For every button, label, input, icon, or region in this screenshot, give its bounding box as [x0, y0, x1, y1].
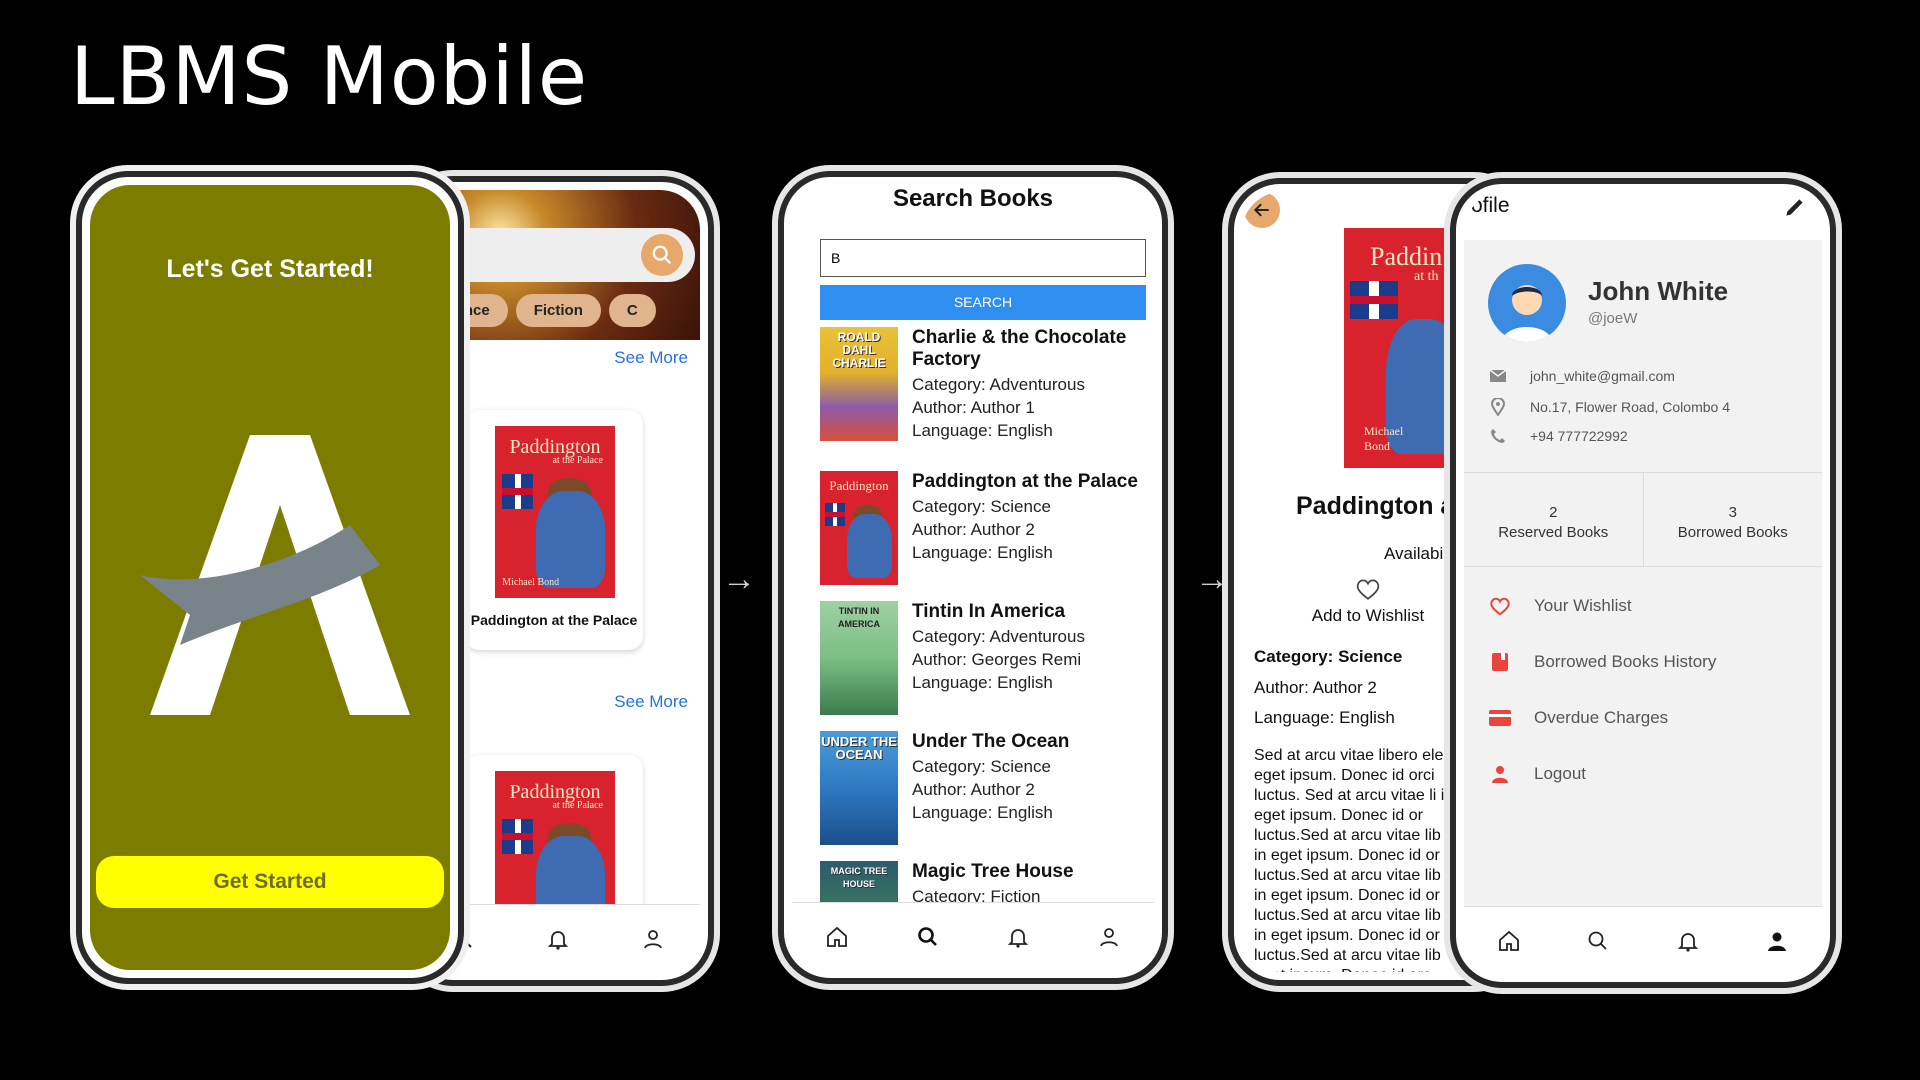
book-language: Language: English [1254, 708, 1395, 727]
see-more-link[interactable]: See More [614, 348, 688, 368]
user-icon[interactable] [1095, 923, 1123, 951]
logout-icon [1488, 765, 1512, 783]
book-cover: UNDER THE OCEAN [820, 731, 898, 845]
book-author: Author: Author 2 [1254, 678, 1377, 697]
result-author: Author: Author 1 [912, 398, 1035, 417]
bell-icon[interactable] [544, 925, 572, 953]
chip-fiction[interactable]: Fiction [515, 294, 601, 327]
profile-phone: +94 777722992 [1530, 428, 1628, 444]
start-phone: Let's Get Started! Get Started [70, 165, 470, 990]
reserved-books-stat[interactable]: 2 Reserved Books [1464, 473, 1643, 566]
result-category: Category: Adventurous [912, 375, 1085, 394]
book-card[interactable]: Paddington at the Palace Michael Bond Pa… [465, 410, 643, 650]
search-icon[interactable] [641, 234, 683, 276]
profile-stats: 2 Reserved Books 3 Borrowed Books [1464, 472, 1822, 567]
profile-email-row: john_white@gmail.com [1488, 368, 1675, 384]
bell-icon[interactable] [1004, 923, 1032, 951]
result-title: Tintin In America [912, 601, 1066, 622]
app-logo [140, 435, 410, 715]
flow-arrow: → [722, 560, 756, 598]
profile-address-row: No.17, Flower Road, Colombo 4 [1488, 398, 1730, 416]
result-title: Under The Ocean [912, 731, 1070, 752]
home-icon[interactable] [1495, 927, 1523, 955]
user-icon[interactable] [639, 925, 667, 953]
chip-more[interactable]: C [608, 294, 656, 327]
search-result-item[interactable]: Paddington Paddington at the Palace Cate… [820, 471, 1150, 589]
result-title: Magic Tree House [912, 861, 1074, 882]
profile-handle: @joeW [1588, 310, 1638, 327]
search-screen: Search Books SEARCH ROALD DAHL CHARLIE C… [792, 185, 1154, 970]
profile-header: rofile [1464, 192, 1822, 240]
search-button[interactable]: SEARCH [820, 285, 1146, 320]
search-result-item[interactable]: MAGIC TREE HOUSE Magic Tree House Catego… [820, 861, 1150, 907]
book-cover: Paddington [820, 471, 898, 585]
result-category: Category: Science [912, 497, 1051, 516]
result-language: Language: English [912, 421, 1053, 440]
search-title: Search Books [892, 185, 1054, 212]
result-category: Category: Science [912, 757, 1051, 776]
profile-address: No.17, Flower Road, Colombo 4 [1530, 399, 1730, 415]
heart-icon [1356, 579, 1380, 600]
start-screen: Let's Get Started! Get Started [90, 185, 450, 970]
start-heading: Let's Get Started! [166, 255, 374, 283]
book-cover: TINTIN IN AMERICA [820, 601, 898, 715]
profile-phone-row: +94 777722992 [1488, 428, 1628, 444]
get-started-button[interactable]: Get Started [96, 856, 444, 908]
user-icon[interactable] [1763, 927, 1791, 955]
result-category: Category: Adventurous [912, 627, 1085, 646]
home-icon[interactable] [823, 923, 851, 951]
menu-wishlist[interactable]: Your Wishlist [1488, 596, 1632, 616]
bottom-nav [792, 902, 1154, 970]
add-to-wishlist-button[interactable]: Add to Wishlist [1298, 577, 1438, 626]
search-result-item[interactable]: UNDER THE OCEAN Under The Ocean Category… [820, 731, 1150, 849]
page-title: LBMS Mobile [70, 30, 589, 123]
heart-icon [1488, 596, 1512, 616]
book-icon [1488, 652, 1512, 672]
result-author: Author: Georges Remi [912, 650, 1082, 669]
wishlist-label: Add to Wishlist [1311, 606, 1425, 625]
search-icon[interactable] [1584, 927, 1612, 955]
availability-status: Availabil [1384, 544, 1448, 563]
search-phone: Search Books SEARCH ROALD DAHL CHARLIE C… [772, 165, 1174, 990]
result-author: Author: Author 2 [912, 520, 1035, 539]
phone-icon [1488, 428, 1508, 444]
book-cover: ROALD DAHL CHARLIE [820, 327, 898, 441]
book-category: Category: Science [1254, 647, 1403, 666]
search-icon[interactable] [914, 923, 942, 951]
edit-icon[interactable] [1782, 194, 1808, 225]
card-title: Paddington at the Palace [470, 612, 638, 628]
profile-email: john_white@gmail.com [1530, 368, 1675, 384]
location-icon [1488, 398, 1508, 416]
borrowed-books-stat[interactable]: 3 Borrowed Books [1642, 473, 1823, 566]
book-description: Sed at arcu vitae libero ele eget ipsum.… [1254, 747, 1453, 972]
menu-borrowed-history[interactable]: Borrowed Books History [1488, 652, 1716, 672]
bottom-nav [1464, 906, 1822, 974]
book-cover: MAGIC TREE HOUSE [820, 861, 898, 907]
book-title: Paddington at [1296, 492, 1463, 520]
search-result-item[interactable]: TINTIN IN AMERICA Tintin In America Cate… [820, 601, 1150, 719]
profile-phone: rofile John White @joeW john_white@gmail… [1444, 172, 1842, 994]
card-icon [1488, 710, 1512, 726]
menu-logout[interactable]: Logout [1488, 764, 1586, 784]
profile-screen: rofile John White @joeW john_white@gmail… [1464, 192, 1822, 974]
see-more-link[interactable]: See More [614, 692, 688, 712]
book-cover: Paddin at th Michael Bond [1344, 228, 1450, 468]
bell-icon[interactable] [1674, 927, 1702, 955]
profile-header-title: rofile [1464, 194, 1510, 217]
menu-overdue-charges[interactable]: Overdue Charges [1488, 708, 1668, 728]
result-title: Paddington at the Palace [912, 471, 1138, 492]
avatar [1488, 264, 1566, 342]
result-language: Language: English [912, 803, 1053, 822]
result-author: Author: Author 2 [912, 780, 1035, 799]
mail-icon [1488, 370, 1508, 382]
back-arrow-icon[interactable] [1244, 192, 1280, 228]
result-language: Language: English [912, 673, 1053, 692]
result-language: Language: English [912, 543, 1053, 562]
profile-name: John White [1588, 276, 1729, 306]
result-title: Charlie & the Chocolate Factory [912, 327, 1127, 370]
search-result-item[interactable]: ROALD DAHL CHARLIE Charlie & the Chocola… [820, 327, 1150, 445]
book-cover: Paddington at the Palace Michael Bond [495, 426, 615, 598]
search-input[interactable] [820, 239, 1146, 277]
